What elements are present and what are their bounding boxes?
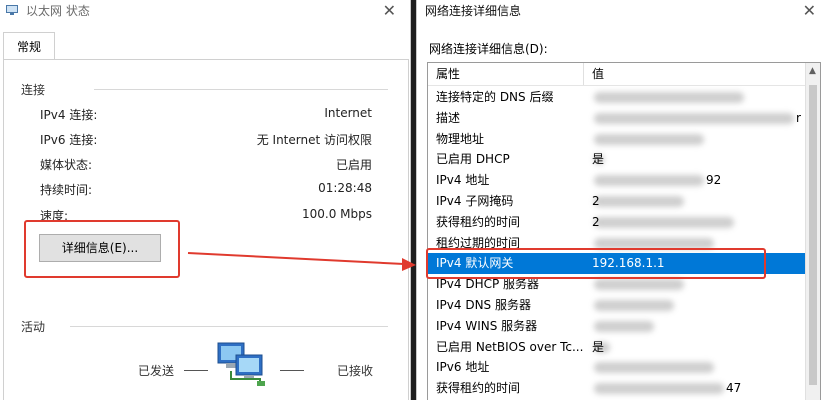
tab-general[interactable]: 常规 [3, 32, 55, 61]
redacted-value-mask [594, 237, 714, 249]
row-value: 92 [706, 173, 722, 188]
activity-divider [70, 326, 388, 327]
tab-strip: 常规 [0, 32, 410, 61]
list-row[interactable]: IPv4 DNS 服务器 [428, 295, 806, 316]
row-property: 获得租约的时间 [436, 381, 521, 396]
network-adapter-icon [6, 5, 18, 15]
right-close-icon[interactable]: ✕ [803, 0, 816, 22]
row-property: 已启用 DHCP [436, 152, 510, 167]
sent-dash [184, 370, 208, 371]
redacted-value-mask [594, 92, 744, 103]
sent-label: 已发送 [138, 364, 175, 378]
list-header: 属性 值 [428, 63, 806, 86]
row-property: 获得租约的时间 [436, 214, 521, 229]
speed-value: 100.0 Mbps [301, 207, 372, 221]
received-dash [280, 370, 304, 371]
details-list[interactable]: 属性 值 连接特定的 DNS 后缀 描述 r 物理地址已启用 DHCP 是 IPv4 地址… [427, 62, 821, 400]
list-row[interactable]: 获得租约的时间 2 [428, 212, 806, 233]
details-list-label: 网络连接详细信息(D): [429, 42, 548, 56]
left-close-icon[interactable]: ✕ [383, 0, 396, 22]
column-header-property[interactable]: 属性 [436, 63, 460, 85]
redacted-value-mask [594, 175, 704, 187]
redacted-value-mask [594, 383, 724, 395]
list-row[interactable]: 已启用 NetBIOS over Tc... 是 [428, 337, 806, 358]
redacted-value-mask [594, 133, 704, 145]
ipv4-connectivity-value: Internet [324, 106, 372, 120]
row-value: 2 [592, 214, 600, 229]
column-header-value[interactable]: 值 [592, 63, 604, 85]
list-row[interactable]: IPv6 地址 [428, 357, 806, 378]
right-title-bar: 网络连接详细信息 ✕ [417, 0, 829, 22]
ipv4-connectivity-label: IPv4 连接: [40, 108, 98, 122]
received-label: 已接收 [337, 364, 374, 378]
left-title-bar: 以太网 状态 ✕ [0, 0, 410, 22]
list-row[interactable]: 描述 r [428, 108, 806, 129]
row-property: 物理地址 [436, 131, 485, 146]
redacted-value-mask [594, 196, 684, 207]
column-separator[interactable] [583, 63, 584, 85]
list-row[interactable]: IPv4 子网掩码 2 [428, 191, 806, 212]
row-property: 描述 [436, 110, 461, 125]
list-row[interactable]: 已启用 DHCP 是 [428, 149, 806, 170]
media-state-label: 媒体状态: [40, 158, 93, 172]
redacted-value-mask [594, 279, 684, 291]
vertical-scrollbar[interactable]: ▲ [805, 63, 820, 400]
left-window-title: 以太网 状态 [26, 4, 90, 18]
row-value: r [796, 110, 801, 125]
media-state-value: 已启用 [335, 158, 372, 172]
ipv6-connectivity-label: IPv6 连接: [40, 133, 98, 147]
gateway-row-highlight [426, 248, 766, 279]
connection-divider [94, 89, 388, 90]
network-computers-icon [217, 342, 265, 386]
list-row[interactable]: 物理地址 [428, 129, 806, 150]
row-property: 连接特定的 DNS 后缀 [436, 90, 554, 104]
duration-label: 持续时间: [40, 183, 93, 197]
connection-group-label: 连接 [21, 83, 46, 97]
list-row[interactable]: 连接特定的 DNS 后缀 [428, 87, 806, 108]
row-value: 是 [592, 339, 605, 354]
row-property: 已启用 NetBIOS over Tc... [436, 339, 584, 354]
redacted-value-mask [594, 362, 714, 374]
row-property: IPv4 地址 [436, 173, 490, 188]
row-value: 2 [592, 194, 600, 208]
ethernet-status-window: 以太网 状态 ✕ 常规 连接 IPv4 连接: Internet IPv6 连接… [0, 0, 411, 400]
list-row[interactable]: 获得租约的时间 47 [428, 378, 806, 399]
duration-value: 01:28:48 [318, 181, 372, 195]
redacted-value-mask [594, 216, 734, 228]
row-property: IPv6 地址 [436, 360, 490, 375]
scroll-up-icon[interactable]: ▲ [809, 66, 816, 76]
scroll-thumb[interactable] [809, 85, 817, 385]
activity-group-label: 活动 [21, 320, 46, 334]
ipv6-connectivity-value: 无 Internet 访问权限 [256, 133, 372, 147]
row-property: IPv4 WINS 服务器 [436, 318, 538, 333]
row-value: 47 [726, 381, 742, 396]
list-row[interactable]: IPv4 地址 92 [428, 170, 806, 191]
row-property: IPv4 子网掩码 [436, 194, 514, 208]
redacted-value-mask [594, 300, 674, 311]
right-window-title: 网络连接详细信息 [425, 4, 522, 18]
network-connection-details-window: 网络连接详细信息 ✕ 网络连接详细信息(D): 属性 值 连接特定的 DNS 后… [416, 0, 829, 400]
redacted-value-mask [594, 112, 794, 124]
row-property: IPv4 DNS 服务器 [436, 298, 531, 312]
redacted-value-mask [594, 320, 654, 332]
details-button-highlight [24, 220, 180, 278]
list-row[interactable]: IPv4 WINS 服务器 [428, 316, 806, 337]
row-value: 是 [592, 152, 605, 167]
